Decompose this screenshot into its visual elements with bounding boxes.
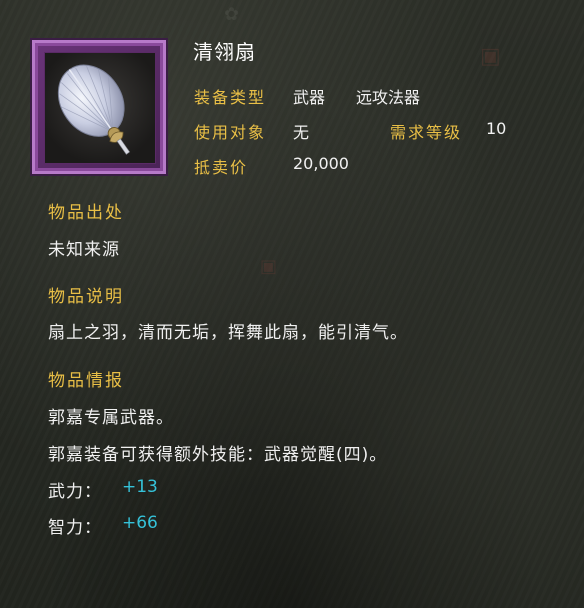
target-value: 无	[293, 123, 310, 142]
stat-intellect-value: +66	[122, 513, 158, 533]
stat-force-label: 武力：	[48, 482, 102, 502]
equip-type-label: 装备类型	[194, 88, 267, 107]
intel-line-skill: 郭嘉装备可获得额外技能：武器觉醒(四)。	[48, 445, 388, 465]
item-tooltip-panel: ✿ ▣ ▣ 清翎扇 装备类型 武器 远攻法器 使用对象 无 需求等级 10 抵卖…	[0, 0, 584, 608]
background-watermark-emblem: ✿	[224, 4, 240, 25]
description-section-title: 物品说明	[48, 287, 124, 307]
equip-type-value: 武器	[293, 88, 326, 107]
stat-intellect-label: 智力：	[48, 518, 102, 538]
origin-section-title: 物品出处	[48, 203, 124, 223]
price-label: 抵卖价	[194, 158, 249, 177]
target-label: 使用对象	[194, 123, 267, 142]
level-label: 需求等级	[390, 123, 463, 142]
intel-section-title: 物品情报	[48, 371, 124, 391]
background-watermark-seal: ▣	[480, 44, 501, 69]
equip-subtype-value: 远攻法器	[356, 88, 421, 107]
origin-text: 未知来源	[48, 240, 120, 260]
background-watermark-seal-mid: ▣	[260, 256, 278, 277]
item-icon-frame	[32, 40, 166, 174]
intel-line-exclusive: 郭嘉专属武器。	[48, 408, 174, 428]
description-text: 扇上之羽，清而无垢，挥舞此扇，能引清气。	[48, 323, 408, 343]
item-name: 清翎扇	[193, 40, 256, 64]
price-value: 20,000	[293, 154, 349, 173]
level-value: 10	[486, 119, 507, 138]
feather-fan-icon	[44, 52, 156, 164]
stat-force-value: +13	[122, 477, 158, 497]
